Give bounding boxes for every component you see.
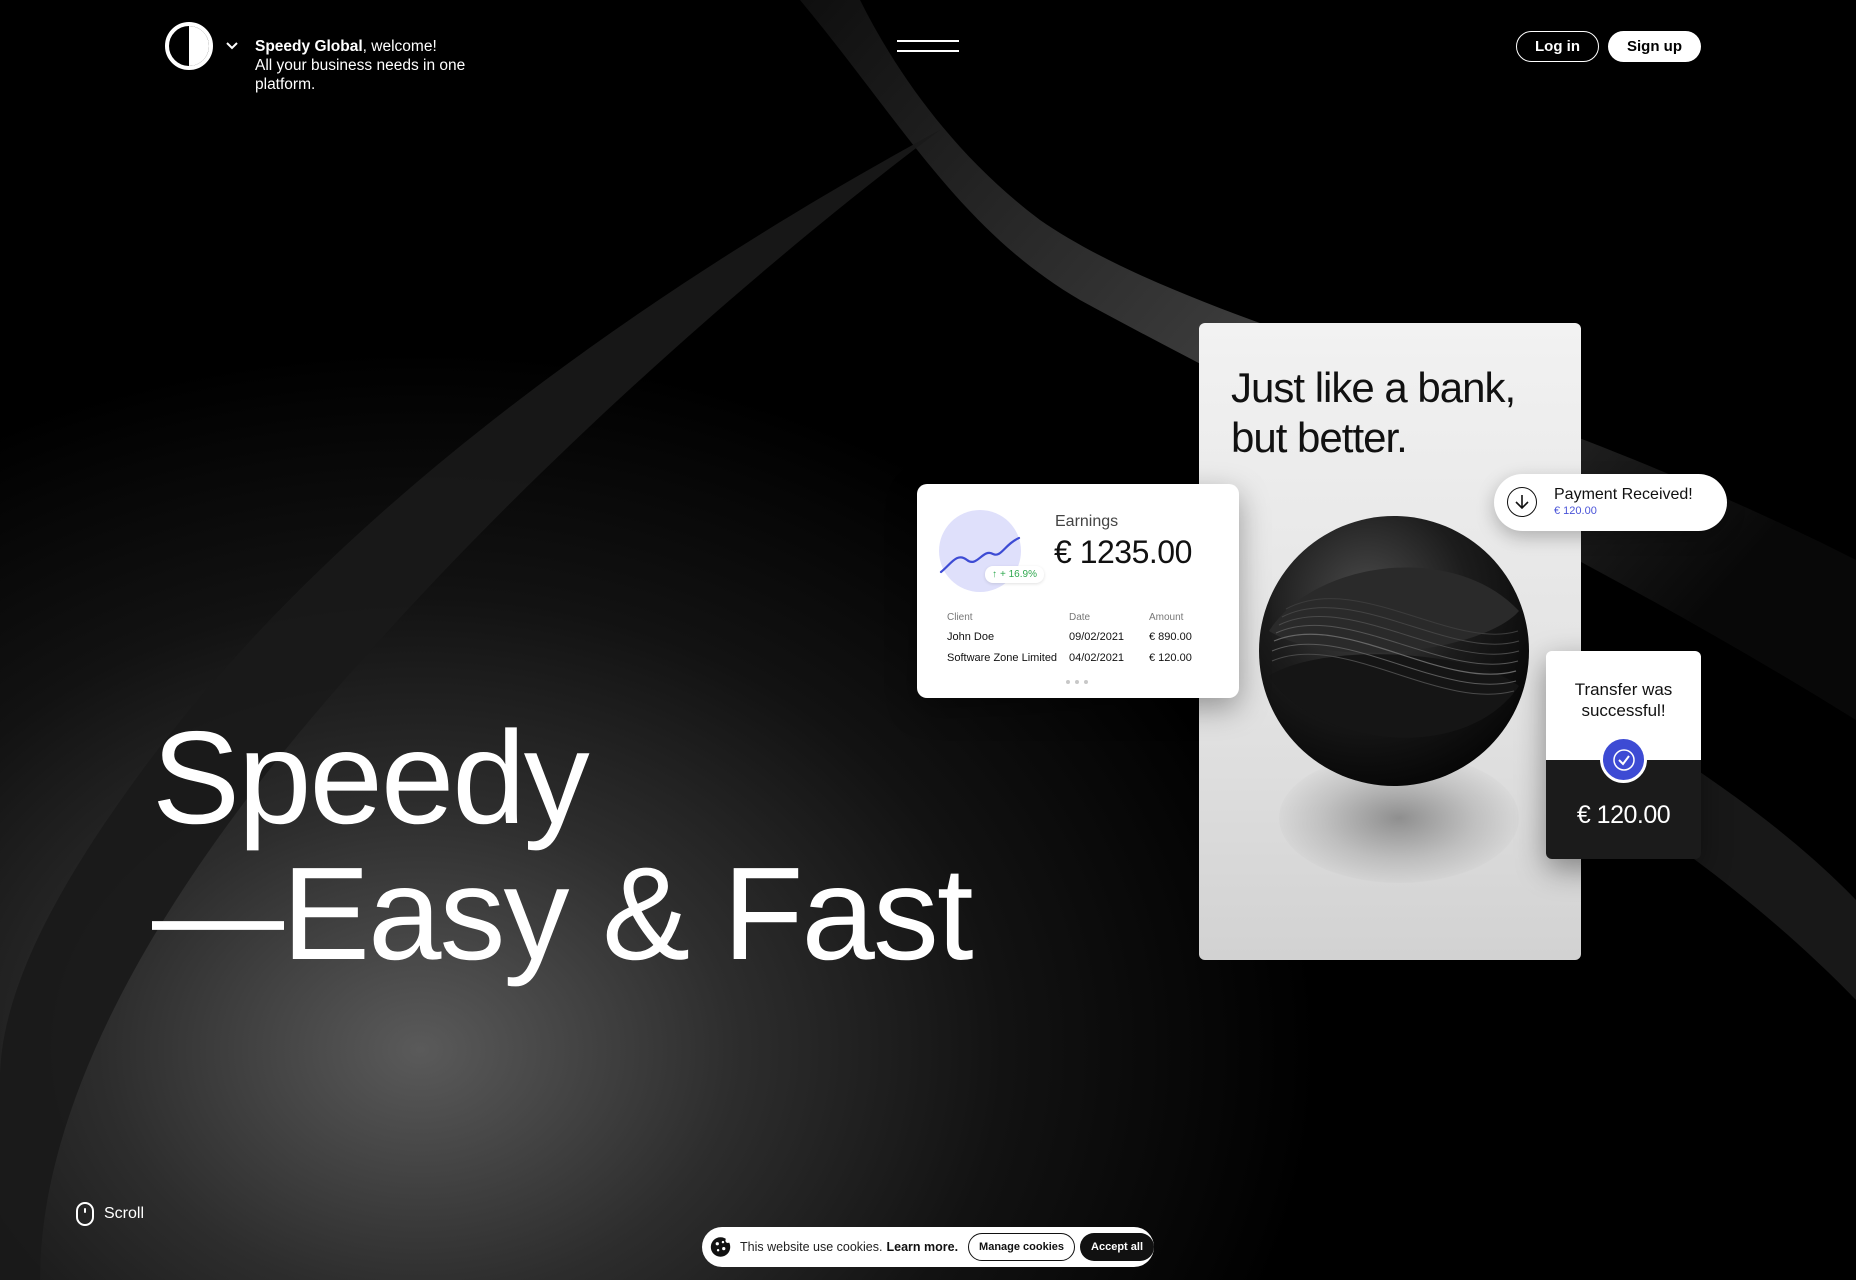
arrow-down-circle-icon bbox=[1507, 487, 1537, 517]
hero-line-1: Speedy bbox=[152, 704, 590, 851]
cell-client: John Doe bbox=[947, 630, 995, 643]
logo-icon bbox=[165, 22, 213, 70]
growth-badge: ↑ + 16.9% bbox=[985, 566, 1044, 583]
column-header-date: Date bbox=[1069, 611, 1091, 623]
greeting: , welcome! bbox=[362, 38, 437, 55]
menu-icon[interactable] bbox=[897, 38, 959, 54]
accept-all-button[interactable]: Accept all bbox=[1080, 1233, 1154, 1261]
cookie-bar: This website use cookies. Learn more. Ma… bbox=[702, 1227, 1154, 1267]
payment-amount: € 120.00 bbox=[1554, 505, 1597, 517]
table-row: Software Zone Limited 04/02/2021 € 120.0… bbox=[947, 647, 1217, 668]
cell-date: 09/02/2021 bbox=[1069, 630, 1125, 643]
sphere-logo-icon bbox=[1259, 516, 1529, 786]
brand-name: Speedy Global bbox=[255, 38, 363, 55]
signup-button[interactable]: Sign up bbox=[1608, 31, 1701, 62]
column-header-client: Client bbox=[947, 611, 973, 623]
learn-more-link[interactable]: Learn more. bbox=[886, 1240, 958, 1254]
bank-card: Just like a bank, but better. bbox=[1199, 323, 1581, 960]
transfer-amount: € 120.00 bbox=[1576, 801, 1671, 829]
payment-notification: Payment Received! € 120.00 bbox=[1494, 474, 1727, 531]
transfer-message: Transfer was successful! bbox=[1574, 680, 1673, 720]
cell-amount: € 890.00 bbox=[1149, 630, 1192, 643]
cell-date: 04/02/2021 bbox=[1069, 651, 1125, 664]
hero-heading: Speedy —Easy & Fast bbox=[152, 704, 974, 987]
table-row: John Doe 09/02/2021 € 890.00 bbox=[947, 626, 1217, 647]
login-button[interactable]: Log in bbox=[1516, 31, 1599, 62]
cookie-text: This website use cookies. bbox=[740, 1240, 883, 1254]
earnings-card: ↑ + 16.9% Earnings € 1235.00 Client Date… bbox=[917, 484, 1239, 698]
manage-cookies-button[interactable]: Manage cookies bbox=[968, 1233, 1076, 1261]
brand-switcher[interactable] bbox=[165, 22, 243, 70]
earnings-label: Earnings bbox=[1055, 513, 1119, 530]
table-header: Client Date Amount bbox=[947, 608, 1217, 626]
mouse-icon bbox=[76, 1202, 94, 1226]
welcome-text: Speedy Global, welcome! All your busines… bbox=[255, 37, 495, 94]
chevron-down-icon[interactable] bbox=[221, 35, 243, 57]
cell-client: Software Zone Limited bbox=[947, 651, 1058, 664]
payment-title: Payment Received! bbox=[1554, 486, 1693, 503]
scroll-indicator[interactable]: Scroll bbox=[76, 1202, 144, 1226]
growth-value: + 16.9% bbox=[1000, 569, 1037, 580]
cookie-icon bbox=[710, 1237, 731, 1257]
tagline: All your business needs in one platform. bbox=[255, 57, 466, 93]
transactions-table: Client Date Amount John Doe 09/02/2021 €… bbox=[947, 608, 1217, 668]
bank-card-headline: Just like a bank, but better. bbox=[1231, 364, 1516, 461]
arrow-up-icon: ↑ bbox=[992, 569, 997, 580]
hero-line-2: —Easy & Fast bbox=[152, 840, 974, 987]
transfer-card: Transfer was successful! € 120.00 bbox=[1546, 651, 1701, 859]
scroll-label: Scroll bbox=[104, 1205, 145, 1222]
earnings-value: € 1235.00 bbox=[1054, 534, 1192, 570]
cell-amount: € 120.00 bbox=[1149, 651, 1192, 664]
pagination-dots[interactable] bbox=[1066, 680, 1088, 684]
check-icon bbox=[1600, 736, 1647, 783]
column-header-amount: Amount bbox=[1149, 611, 1184, 623]
